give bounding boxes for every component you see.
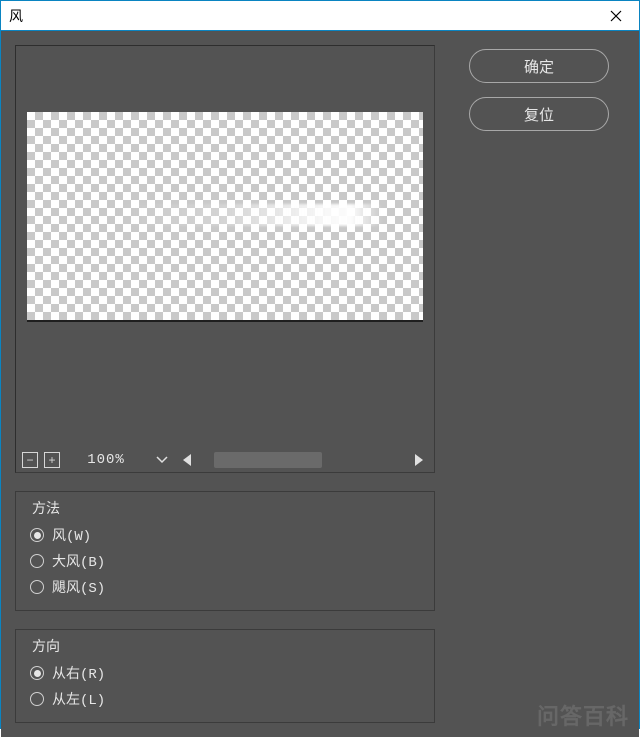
radio-label: 从左(L) — [52, 689, 105, 709]
method-option-blast[interactable]: 大风(B) — [26, 548, 424, 574]
dialog-window: 风 − + 100% — [0, 0, 640, 729]
wind-effect-streak — [113, 204, 383, 226]
zoom-out-button[interactable]: − — [22, 452, 38, 468]
radio-label: 从右(R) — [52, 663, 105, 683]
triangle-right-icon — [413, 453, 425, 467]
radio-icon — [30, 580, 44, 594]
scroll-left-button[interactable] — [178, 453, 196, 467]
reset-button[interactable]: 复位 — [469, 97, 609, 131]
radio-icon — [30, 692, 44, 706]
direction-fieldset: 方向 从右(R) 从左(L) — [15, 629, 435, 723]
scroll-right-button[interactable] — [410, 453, 428, 467]
direction-legend: 方向 — [32, 636, 424, 656]
radio-icon — [30, 666, 44, 680]
method-legend: 方法 — [32, 498, 424, 518]
ok-button[interactable]: 确定 — [469, 49, 609, 83]
preview-scrollbar[interactable] — [202, 451, 404, 469]
method-fieldset: 方法 风(W) 大风(B) 飓风(S) — [15, 491, 435, 611]
scrollbar-thumb[interactable] — [214, 452, 322, 468]
preview-toolbar: − + 100% — [16, 448, 434, 472]
method-option-stagger[interactable]: 飓风(S) — [26, 574, 424, 600]
radio-label: 大风(B) — [52, 551, 105, 571]
close-icon — [610, 10, 622, 22]
preview-stage — [16, 46, 434, 448]
radio-label: 飓风(S) — [52, 577, 105, 597]
right-column: 确定 复位 — [453, 45, 625, 723]
left-column: − + 100% — [15, 45, 435, 723]
titlebar: 风 — [1, 1, 639, 31]
close-button[interactable] — [593, 1, 639, 31]
radio-icon — [30, 528, 44, 542]
radio-icon — [30, 554, 44, 568]
radio-label: 风(W) — [52, 525, 91, 545]
direction-option-left[interactable]: 从左(L) — [26, 686, 424, 712]
preview-panel: − + 100% — [15, 45, 435, 473]
method-option-wind[interactable]: 风(W) — [26, 522, 424, 548]
dialog-content: − + 100% — [1, 31, 639, 737]
preview-canvas — [27, 112, 423, 322]
chevron-down-icon — [156, 456, 168, 464]
triangle-left-icon — [181, 453, 193, 467]
window-title: 风 — [9, 6, 23, 26]
zoom-level-field[interactable]: 100% — [66, 452, 146, 468]
zoom-dropdown[interactable] — [152, 451, 172, 469]
zoom-in-button[interactable]: + — [44, 452, 60, 468]
direction-option-right[interactable]: 从右(R) — [26, 660, 424, 686]
